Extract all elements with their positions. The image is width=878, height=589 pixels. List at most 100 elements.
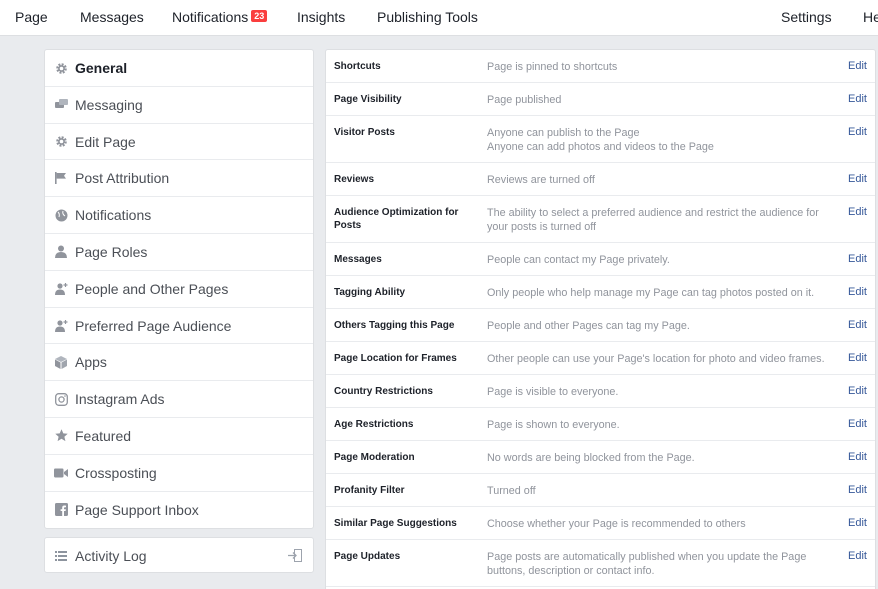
nav-notifications[interactable]: Notifications 23 <box>172 9 268 26</box>
messaging-icon <box>54 98 68 112</box>
sidebar-item-activity-log[interactable]: Activity Log <box>45 538 313 572</box>
setting-row-reviews[interactable]: Reviews Reviews are turned off Edit <box>326 163 875 196</box>
sidebar-item-label: Messaging <box>75 96 143 113</box>
setting-description-line: Other people can use your Page's locatio… <box>487 353 825 365</box>
top-nav: Page Messages Notifications 23 Insights P… <box>0 0 878 36</box>
sidebar-item-preferred-page-audience[interactable]: Preferred Page Audience <box>45 308 313 345</box>
setting-row-tagging-ability[interactable]: Tagging Ability Only people who help mana… <box>326 276 875 309</box>
sidebar-item-featured[interactable]: Featured <box>45 418 313 455</box>
edit-link[interactable]: Edit <box>848 253 867 266</box>
setting-description: People can contact my Page privately. <box>487 253 832 267</box>
setting-row-audience-optimization-for-posts[interactable]: Audience Optimization for Posts The abili… <box>326 196 875 243</box>
setting-row-age-restrictions[interactable]: Age Restrictions Page is shown to everyon… <box>326 408 875 441</box>
setting-description: Page is pinned to shortcuts <box>487 60 832 74</box>
setting-description-line: Page is pinned to shortcuts <box>487 61 618 73</box>
sidebar-item-page-support-inbox[interactable]: Page Support Inbox <box>45 492 313 529</box>
notifications-badge: 23 <box>251 10 268 22</box>
edit-link[interactable]: Edit <box>848 352 867 365</box>
sidebar-item-page-roles[interactable]: Page Roles <box>45 234 313 271</box>
sidebar-item-instagram-ads[interactable]: Instagram Ads <box>45 381 313 418</box>
sidebar-item-general[interactable]: General <box>45 50 313 87</box>
setting-description: Page published <box>487 93 832 107</box>
person-add-icon <box>54 319 68 333</box>
setting-row-page-updates[interactable]: Page Updates Page posts are automatically… <box>326 540 875 587</box>
edit-link[interactable]: Edit <box>848 206 867 219</box>
edit-link[interactable]: Edit <box>848 418 867 431</box>
edit-link[interactable]: Edit <box>848 550 867 563</box>
setting-row-shortcuts[interactable]: Shortcuts Page is pinned to shortcuts Edit <box>326 50 875 83</box>
setting-description-line: Turned off <box>487 485 536 497</box>
setting-name: Country Restrictions <box>334 386 433 397</box>
setting-description: The ability to select a preferred audien… <box>487 206 832 234</box>
sidebar-item-label: Page Roles <box>75 243 148 260</box>
sidebar-item-edit-page[interactable]: Edit Page <box>45 124 313 161</box>
setting-row-similar-page-suggestions[interactable]: Similar Page Suggestions Choose whether y… <box>326 507 875 540</box>
setting-name: Reviews <box>334 174 375 185</box>
sidebar-item-crossposting[interactable]: Crossposting <box>45 455 313 492</box>
sidebar-item-messaging[interactable]: Messaging <box>45 87 313 124</box>
edit-link[interactable]: Edit <box>848 93 867 106</box>
setting-description-line: Choose whether your Page is recommended … <box>487 518 746 530</box>
sidebar-item-label: Post Attribution <box>75 170 170 187</box>
setting-name: Messages <box>334 254 382 265</box>
nav-messages[interactable]: Messages <box>80 9 144 26</box>
nav-page[interactable]: Page <box>15 9 48 26</box>
setting-row-page-location-for-frames[interactable]: Page Location for Frames Other people can… <box>326 342 875 375</box>
setting-description-line: Only people who help manage my Page can … <box>487 287 815 299</box>
setting-row-profanity-filter[interactable]: Profanity Filter Turned off Edit <box>326 474 875 507</box>
person-icon <box>54 245 68 259</box>
edit-link[interactable]: Edit <box>848 517 867 530</box>
setting-description: Other people can use your Page's locatio… <box>487 352 832 366</box>
facebook-icon <box>54 503 68 517</box>
edit-link[interactable]: Edit <box>848 319 867 332</box>
edit-link[interactable]: Edit <box>848 60 867 73</box>
nav-settings[interactable]: Settings <box>781 9 832 26</box>
setting-description-line: Anyone can add photos and videos to the … <box>487 141 714 153</box>
edit-link[interactable]: Edit <box>848 385 867 398</box>
setting-description-line: People and other Pages can tag my Page. <box>487 320 690 332</box>
setting-description-line: Reviews are turned off <box>487 174 595 186</box>
sidebar-item-label: Instagram Ads <box>75 391 165 408</box>
nav-insights[interactable]: Insights <box>297 9 345 26</box>
edit-link[interactable]: Edit <box>848 173 867 186</box>
setting-name: Page Updates <box>334 551 401 562</box>
setting-description-line: Page posts are automatically published w… <box>487 551 807 577</box>
setting-description: Choose whether your Page is recommended … <box>487 517 832 531</box>
list-icon <box>54 549 68 563</box>
setting-row-country-restrictions[interactable]: Country Restrictions Page is visible to e… <box>326 375 875 408</box>
sidebar-item-label: Preferred Page Audience <box>75 317 232 334</box>
sidebar-item-apps[interactable]: Apps <box>45 344 313 382</box>
nav-notifications-label: Notifications <box>172 9 249 25</box>
sidebar-item-label: Page Support Inbox <box>75 501 199 518</box>
sidebar-item-label: Notifications <box>75 207 152 224</box>
setting-row-messages[interactable]: Messages People can contact my Page priva… <box>326 243 875 276</box>
sidebar-item-label: Edit Page <box>75 133 136 150</box>
setting-row-visitor-posts[interactable]: Visitor Posts Anyone can publish to the P… <box>326 116 875 163</box>
edit-link[interactable]: Edit <box>848 451 867 464</box>
setting-row-page-visibility[interactable]: Page Visibility Page published Edit <box>326 83 875 116</box>
setting-description: Only people who help manage my Page can … <box>487 286 832 300</box>
sidebar-item-notifications[interactable]: Notifications <box>45 197 313 234</box>
setting-name: Page Location for Frames <box>334 353 457 364</box>
person-add-icon <box>54 282 68 296</box>
setting-name: Others Tagging this Page <box>334 320 455 331</box>
edit-link[interactable]: Edit <box>848 286 867 299</box>
nav-publishing-tools[interactable]: Publishing Tools <box>377 9 478 26</box>
setting-description: Reviews are turned off <box>487 173 832 187</box>
setting-description: Anyone can publish to the Page Anyone can… <box>487 126 832 154</box>
sidebar-item-label: Apps <box>75 354 107 371</box>
setting-description: Page is visible to everyone. <box>487 385 832 399</box>
setting-row-others-tagging-this-page[interactable]: Others Tagging this Page People and other… <box>326 309 875 342</box>
setting-row-page-moderation[interactable]: Page Moderation No words are being blocke… <box>326 441 875 474</box>
instagram-icon <box>54 392 68 406</box>
activity-log-box: Activity Log <box>44 537 314 573</box>
setting-description-line: Anyone can publish to the Page <box>487 127 640 139</box>
sidebar-item-post-attribution[interactable]: Post Attribution <box>45 160 313 198</box>
sidebar-item-label: Crossposting <box>75 464 157 481</box>
nav-help[interactable]: Help <box>863 9 878 26</box>
edit-link[interactable]: Edit <box>848 484 867 497</box>
sidebar-item-people-and-other-pages[interactable]: People and Other Pages <box>45 271 313 308</box>
star-icon <box>54 429 68 443</box>
edit-link[interactable]: Edit <box>848 126 867 139</box>
setting-description: Page is shown to everyone. <box>487 418 832 432</box>
